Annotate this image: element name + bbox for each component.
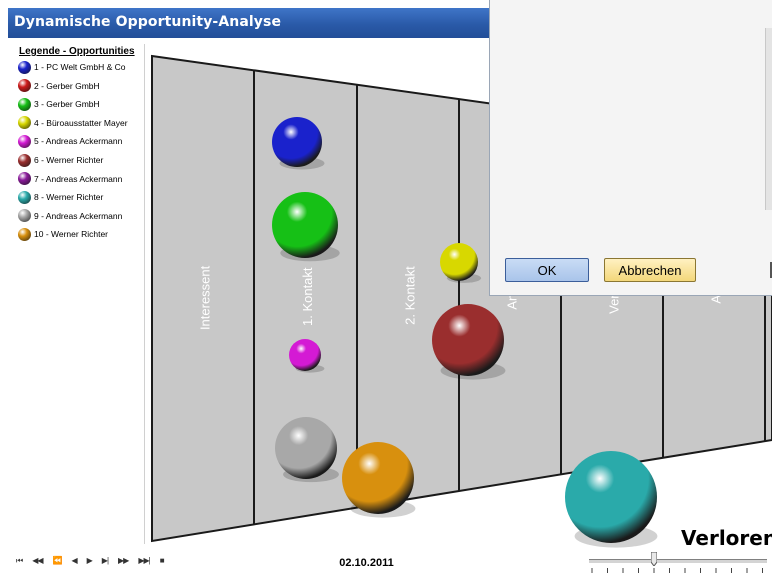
stage-label: Interessent [197,265,212,330]
fast-forward-icon[interactable]: ▶▶ [118,554,129,568]
slider-ticks [591,568,763,573]
playback-controls: ⏮ ◀◀ ⏪ ◀ ▶ ▶| ▶▶ ▶▶| ■ [16,554,174,568]
step-back-icon[interactable]: ⏪ [53,554,63,568]
rewind-fast-icon[interactable]: ◀◀ [32,554,43,568]
play-icon[interactable]: ▶ [87,554,93,568]
slider-thumb[interactable] [651,552,657,566]
stage-label: 2. Kontakt [402,266,417,325]
dialog-scrollbar[interactable] [765,28,772,210]
opportunity-bubble[interactable] [432,304,504,376]
opportunity-bubble[interactable] [272,117,322,167]
stage-label: 1. Kontakt [300,267,315,326]
opportunity-bubble[interactable] [342,442,414,514]
first-icon[interactable]: ⏮ [16,554,23,568]
app-window: Dynamische Opportunity-Analyse Legende -… [0,0,772,576]
opportunity-bubble[interactable] [565,451,657,543]
step-forward-icon[interactable]: ▶| [102,554,109,568]
opportunity-bubble[interactable] [275,417,337,479]
play-reverse-icon[interactable]: ◀ [71,554,77,568]
opportunity-bubble[interactable] [289,339,321,371]
last-icon[interactable]: ▶▶| [138,554,150,568]
opportunity-bubble[interactable] [272,192,338,258]
lost-label: Verloren [681,526,772,550]
date-display: 02.10.2011 [328,554,405,572]
cancel-button[interactable]: Abbrechen [604,258,696,282]
dialog-window: OK Abbrechen [489,0,772,296]
stop-icon[interactable]: ■ [160,554,165,568]
ok-button[interactable]: OK [505,258,589,282]
opportunity-bubble[interactable] [440,243,478,281]
slider-track [589,559,767,564]
timeline-slider[interactable] [589,552,769,576]
